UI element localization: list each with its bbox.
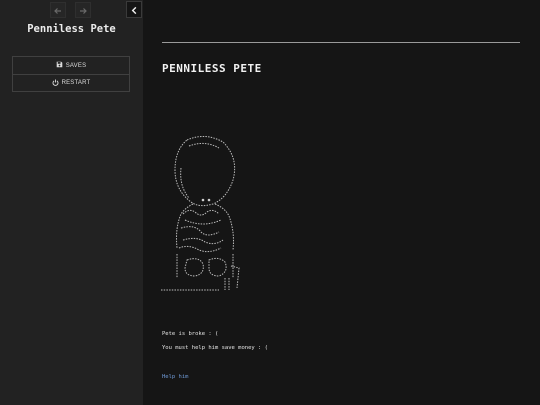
saves-button[interactable]: SAVES: [13, 57, 129, 74]
passage-divider: [162, 42, 520, 43]
passage-line: You must help him save money : (: [162, 345, 268, 351]
pete-ascii-art: [161, 136, 240, 291]
back-button[interactable]: [50, 2, 66, 18]
restart-label: RESTART: [61, 80, 91, 86]
story-title: Penniless Pete: [27, 23, 116, 35]
power-icon: [52, 79, 62, 88]
sidebar-menu: SAVES RESTART: [12, 56, 130, 92]
saves-label: SAVES: [65, 62, 87, 69]
collapse-sidebar-button[interactable]: [126, 1, 142, 18]
help-him-link[interactable]: Help him: [162, 374, 189, 380]
chevron-left-icon: [130, 0, 139, 19]
passage-heading: PENNILESS PETE: [162, 62, 262, 75]
forward-button[interactable]: [75, 2, 91, 18]
sidebar: Penniless Pete SAVES RESTART: [0, 0, 143, 405]
arrow-right-icon: [78, 1, 88, 20]
passage-area: PENNILESS PETE Pete is broke : ( You mus…: [143, 0, 540, 405]
restart-button[interactable]: RESTART: [13, 74, 129, 91]
save-icon: [56, 61, 66, 70]
arrow-left-icon: [53, 1, 63, 20]
passage-line: Pete is broke : (: [162, 331, 219, 337]
